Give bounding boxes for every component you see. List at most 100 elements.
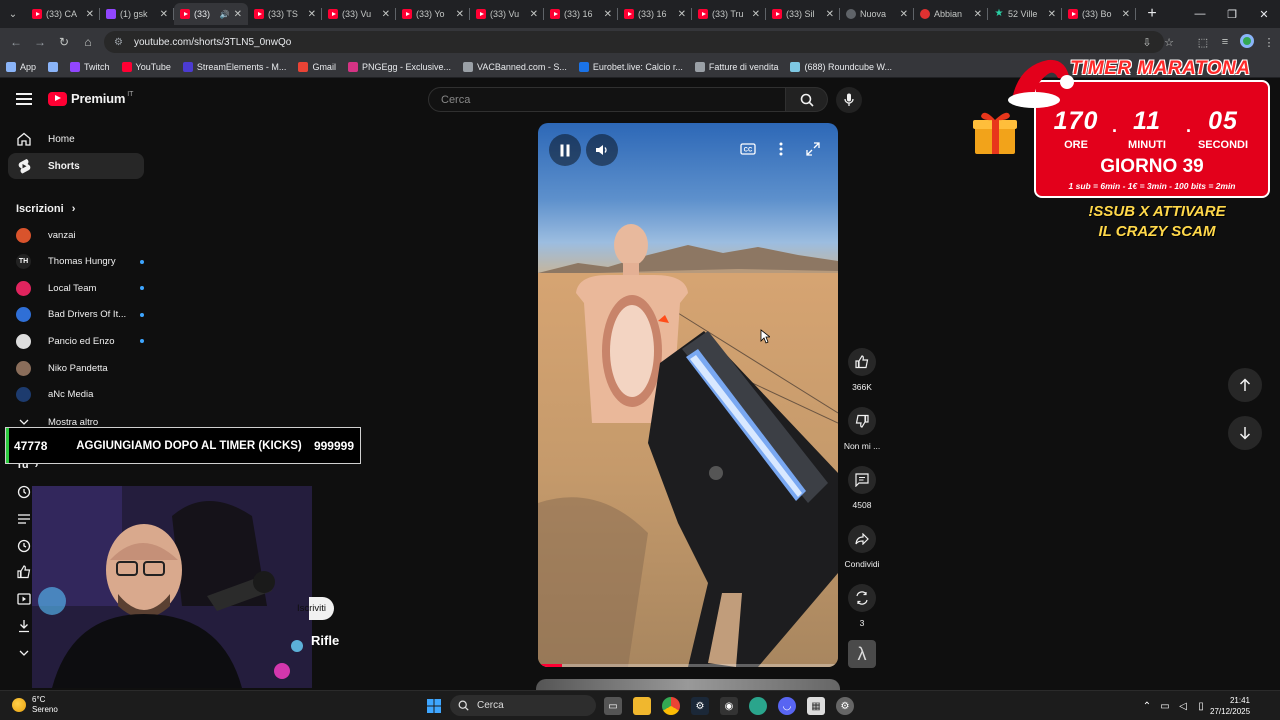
more-options-button[interactable] (768, 136, 794, 162)
steam-icon[interactable]: ⚙ (691, 697, 709, 715)
share-button[interactable]: Condividi (842, 525, 882, 569)
browser-tab[interactable]: (33) 16 ✕ (544, 3, 618, 25)
browser-tab[interactable]: Abbian ✕ (914, 3, 988, 25)
taskbar-clock[interactable]: 21:41 27/12/2025 (1210, 695, 1280, 717)
tab-search-icon[interactable]: ⌄ (0, 0, 26, 28)
subscriptions-heading[interactable]: Iscrizioni › (16, 203, 75, 215)
reading-list-icon[interactable]: ≡ (1214, 36, 1236, 48)
comments-button[interactable]: 4508 (842, 466, 882, 510)
close-tab-icon[interactable]: ✕ (160, 9, 168, 20)
guide-menu-icon[interactable] (16, 93, 32, 105)
playlists-icon[interactable] (16, 511, 32, 527)
forward-icon[interactable]: → (28, 30, 52, 54)
subscription-item[interactable]: TH Thomas Hungry (16, 251, 144, 273)
battery-icon[interactable]: ▯ (1192, 701, 1210, 712)
your-videos-icon[interactable] (16, 591, 32, 607)
bookmark-item[interactable]: Gmail (298, 61, 336, 72)
previous-short-button[interactable] (1228, 368, 1262, 402)
browser-tab[interactable]: (33) Yo ✕ (396, 3, 470, 25)
settings-icon[interactable]: ⚙ (836, 697, 854, 715)
subscription-item[interactable]: Pancio ed Enzo (16, 330, 144, 352)
maximize-icon[interactable]: ❐ (1216, 0, 1248, 28)
chevron-up-icon[interactable]: ⌃ (1138, 701, 1156, 712)
captions-button[interactable]: CC (735, 136, 761, 162)
start-button[interactable] (425, 697, 443, 715)
bookmark-item[interactable]: App (6, 61, 36, 72)
game-app-icon[interactable]: ◉ (720, 697, 738, 715)
browser-tab[interactable]: (1) gsk ✕ (100, 3, 174, 25)
subscription-item[interactable]: vanzai (16, 224, 144, 246)
close-tab-icon[interactable]: ✕ (900, 9, 908, 20)
site-info-icon[interactable]: ⚙ (114, 37, 126, 48)
browser-tab[interactable]: (33) 16 ✕ (618, 3, 692, 25)
browser-tab[interactable]: Nuova ✕ (840, 3, 914, 25)
extensions-icon[interactable]: ⬚ (1192, 36, 1214, 49)
tab-audio-icon[interactable]: 🔊 (220, 10, 230, 19)
close-tab-icon[interactable]: ✕ (234, 9, 242, 20)
close-tab-icon[interactable]: ✕ (456, 9, 464, 20)
bookmark-star-icon[interactable]: ☆ (1158, 36, 1180, 49)
home-browser-icon[interactable]: ⌂ (76, 30, 100, 54)
close-window-icon[interactable]: ✕ (1248, 0, 1280, 28)
sidebar-item-home[interactable]: Home (8, 126, 144, 152)
subscription-item[interactable]: Niko Pandetta (16, 357, 144, 379)
remix-button[interactable]: 3 (842, 584, 882, 628)
browser-tab[interactable]: (33) CA ✕ (26, 3, 100, 25)
dislike-button[interactable]: Non mi ... (842, 407, 882, 451)
bookmark-item[interactable]: Eurobet.live: Calcio r... (578, 61, 683, 72)
network-icon[interactable]: ▭ (1156, 701, 1174, 712)
file-explorer-icon[interactable] (633, 697, 651, 715)
browser-tab[interactable]: (33) Sil ✕ (766, 3, 840, 25)
browser-app-icon[interactable] (749, 697, 767, 715)
minimize-icon[interactable]: — (1184, 0, 1216, 28)
address-bar[interactable]: ⚙ youtube.com/shorts/3TLN5_0nwQo (104, 31, 1164, 53)
chrome-icon[interactable] (662, 697, 680, 715)
close-tab-icon[interactable]: ✕ (678, 9, 686, 20)
calculator-icon[interactable]: ▦ (807, 697, 825, 715)
weather-widget[interactable]: 6°C Sereno (12, 695, 58, 715)
volume-button[interactable] (586, 134, 618, 166)
downloads-icon[interactable] (16, 618, 32, 634)
fullscreen-button[interactable] (800, 136, 826, 162)
close-tab-icon[interactable]: ✕ (752, 9, 760, 20)
close-tab-icon[interactable]: ✕ (86, 9, 94, 20)
liked-videos-icon[interactable] (16, 564, 32, 580)
video-progress-bar[interactable] (538, 664, 838, 667)
browser-tab[interactable]: (33) 🔊 ✕ (174, 3, 248, 25)
watch-later-icon[interactable] (16, 538, 32, 554)
subscription-item[interactable]: aNc Media (16, 384, 144, 406)
back-icon[interactable]: ← (4, 30, 28, 54)
next-short-button[interactable] (1228, 416, 1262, 450)
bookmark-item[interactable] (48, 61, 59, 72)
browser-tab[interactable]: ★ 52 Ville ✕ (988, 3, 1062, 25)
bookmark-item[interactable]: (688) Roundcube W... (790, 61, 892, 72)
search-button[interactable] (786, 87, 828, 112)
audio-source-button[interactable]: λ (842, 640, 882, 668)
close-tab-icon[interactable]: ✕ (974, 9, 982, 20)
discord-icon[interactable]: ◡ (778, 697, 796, 715)
browser-menu-icon[interactable]: ⋮ (1258, 36, 1280, 49)
bookmark-item[interactable]: VACBanned.com - S... (462, 61, 567, 72)
subscription-item[interactable]: Bad Drivers Of It... (16, 304, 144, 326)
subscription-item[interactable]: Local Team (16, 277, 144, 299)
subscribe-button-fragment[interactable]: Iscriviti (297, 597, 335, 620)
close-tab-icon[interactable]: ✕ (826, 9, 834, 20)
bookmark-item[interactable]: Twitch (70, 61, 110, 72)
close-tab-icon[interactable]: ✕ (1048, 9, 1056, 20)
bookmark-item[interactable]: StreamElements - M... (182, 61, 286, 72)
history-icon[interactable] (16, 484, 32, 500)
close-tab-icon[interactable]: ✕ (308, 9, 316, 20)
browser-tab[interactable]: (33) Tru ✕ (692, 3, 766, 25)
chevron-down-icon[interactable] (16, 645, 32, 661)
taskbar-search[interactable]: Cerca (450, 695, 596, 716)
new-tab-button[interactable]: + (1140, 2, 1164, 26)
browser-tab[interactable]: (33) Bo ✕ (1062, 3, 1136, 25)
pause-button[interactable] (549, 134, 581, 166)
next-short-preview[interactable] (536, 679, 840, 690)
close-tab-icon[interactable]: ✕ (382, 9, 390, 20)
browser-tab[interactable]: (33) Vu ✕ (470, 3, 544, 25)
browser-tab[interactable]: (33) Vu ✕ (322, 3, 396, 25)
reload-icon[interactable]: ↻ (52, 30, 76, 54)
shorts-video-player[interactable]: CC (538, 123, 838, 667)
close-tab-icon[interactable]: ✕ (530, 9, 538, 20)
